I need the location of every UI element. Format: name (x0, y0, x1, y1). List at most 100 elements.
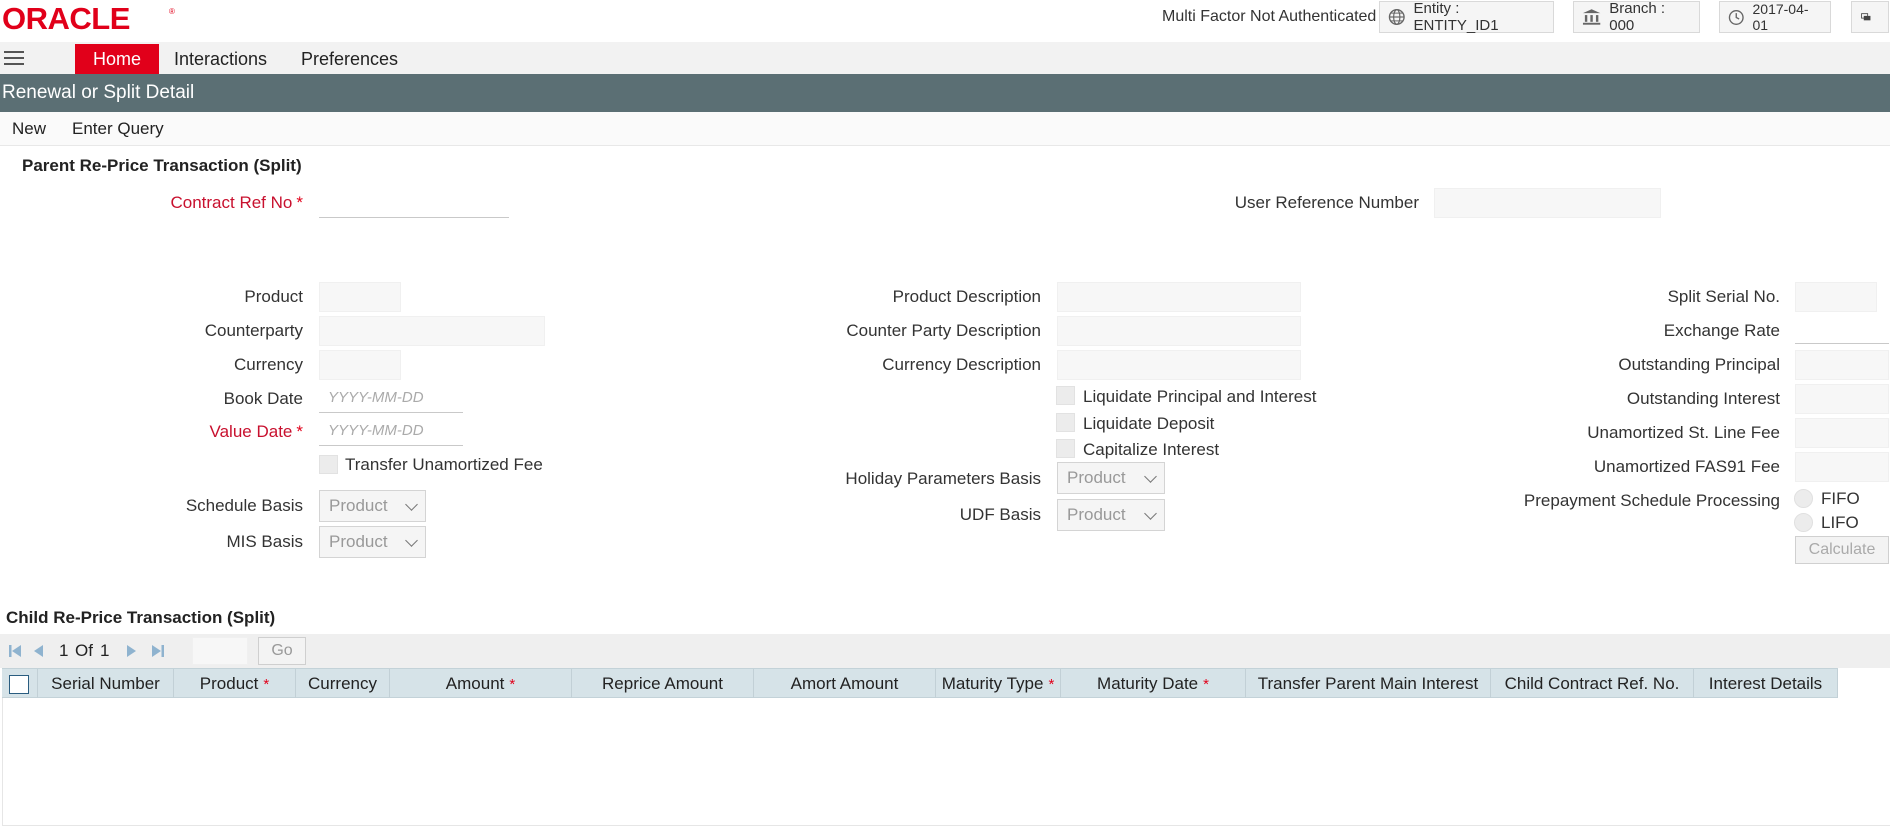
product-description-label: Product Description (892, 287, 1041, 306)
top-header: ORACLE ® Multi Factor Not Authenticated … (0, 0, 1890, 42)
counter-party-description-input[interactable] (1057, 316, 1301, 346)
unamortized-st-line-fee-input[interactable] (1795, 418, 1889, 448)
counter-party-description-label: Counter Party Description (846, 321, 1041, 340)
liquidate-deposit-label: Liquidate Deposit (1083, 414, 1215, 433)
col-transfer-parent-main-interest[interactable]: Transfer Parent Main Interest (1246, 669, 1491, 699)
outstanding-principal-input[interactable] (1795, 350, 1889, 380)
clock-icon (1728, 9, 1744, 25)
new-button[interactable]: New (12, 112, 46, 146)
value-date-input[interactable]: YYYY-MM-DD (319, 416, 463, 446)
fifo-radio[interactable] (1794, 489, 1813, 508)
windows-button[interactable] (1851, 1, 1889, 33)
mis-basis-select[interactable]: Product (319, 526, 426, 558)
page-title: Renewal or Split Detail (0, 74, 1890, 112)
previous-page-icon[interactable] (32, 634, 44, 668)
of-label: Of (75, 641, 93, 660)
enter-query-button[interactable]: Enter Query (72, 112, 164, 146)
transfer-unamortized-fee-label: Transfer Unamortized Fee (345, 455, 543, 474)
oracle-logo: ORACLE ® (2, 4, 175, 32)
liquidate-principal-interest-label: Liquidate Principal and Interest (1083, 387, 1317, 406)
current-page: 1 (59, 641, 69, 660)
col-reprice-amount[interactable]: Reprice Amount (572, 669, 754, 699)
liquidate-principal-interest-checkbox[interactable] (1056, 386, 1075, 405)
counterparty-input[interactable] (319, 316, 545, 346)
bank-icon (1582, 9, 1601, 25)
chevron-down-icon (1144, 470, 1157, 483)
product-label: Product (244, 287, 303, 306)
chevron-down-icon (405, 498, 418, 511)
select-all-cell (2, 669, 38, 699)
unamortized-st-line-fee-label: Unamortized St. Line Fee (1587, 423, 1780, 442)
col-maturity-date[interactable]: Maturity Date * (1061, 669, 1246, 699)
user-reference-number-input[interactable] (1434, 188, 1661, 218)
book-date-label: Book Date (223, 389, 303, 408)
currency-description-label: Currency Description (882, 355, 1041, 374)
transfer-unamortized-fee-checkbox[interactable] (319, 455, 338, 474)
currency-description-input[interactable] (1057, 350, 1301, 380)
unamortized-fas91-fee-input[interactable] (1795, 452, 1889, 482)
holiday-parameters-basis-select[interactable]: Product (1057, 462, 1165, 494)
unamortized-fas91-fee-label: Unamortized FAS91 Fee (1593, 457, 1780, 476)
action-toolbar: New Enter Query (0, 112, 1890, 146)
book-date-input[interactable]: YYYY-MM-DD (319, 383, 463, 413)
product-description-input[interactable] (1057, 282, 1301, 312)
col-currency[interactable]: Currency (296, 669, 390, 699)
mis-basis-label: MIS Basis (226, 532, 303, 551)
windows-icon (1861, 13, 1871, 21)
udf-basis-select[interactable]: Product (1057, 499, 1165, 531)
product-input[interactable] (319, 282, 401, 312)
col-child-contract-ref-no[interactable]: Child Contract Ref. No. (1491, 669, 1694, 699)
calculate-button[interactable]: Calculate (1795, 536, 1889, 564)
prepayment-schedule-processing-label: Prepayment Schedule Processing (1523, 491, 1780, 510)
exchange-rate-input[interactable] (1795, 314, 1889, 344)
col-interest-details[interactable]: Interest Details (1694, 669, 1838, 699)
schedule-basis-select[interactable]: Product (319, 490, 426, 522)
lifo-radio[interactable] (1794, 513, 1813, 532)
date-label: 2017-04-01 (1752, 1, 1809, 33)
branch-label: Branch : 000 (1609, 0, 1666, 34)
user-reference-number-label: User Reference Number (1234, 193, 1419, 212)
capitalize-interest-checkbox[interactable] (1056, 439, 1075, 458)
first-page-icon[interactable] (8, 634, 22, 668)
col-maturity-type[interactable]: Maturity Type * (936, 669, 1061, 699)
lifo-label: LIFO (1821, 513, 1859, 532)
chevron-down-icon (1144, 507, 1157, 520)
outstanding-interest-label: Outstanding Interest (1626, 389, 1780, 408)
total-pages: 1 (100, 641, 110, 660)
currency-label: Currency (234, 355, 303, 374)
outstanding-interest-input[interactable] (1795, 384, 1889, 414)
next-page-icon[interactable] (126, 634, 138, 668)
tab-home[interactable]: Home (75, 44, 160, 74)
value-date-label: Value Date * (209, 422, 303, 441)
col-product[interactable]: Product * (174, 669, 296, 699)
chevron-down-icon (405, 534, 418, 547)
page-number-input[interactable] (192, 637, 248, 665)
split-serial-no-label: Split Serial No. (1667, 287, 1780, 306)
date-selector[interactable]: 2017-04-01 (1719, 1, 1831, 33)
hamburger-menu-icon[interactable] (4, 51, 24, 67)
holiday-parameters-basis-label: Holiday Parameters Basis (845, 469, 1041, 488)
main-nav: Home Interactions Preferences (0, 42, 1890, 74)
schedule-basis-label: Schedule Basis (185, 496, 303, 515)
select-all-checkbox[interactable] (9, 675, 29, 694)
last-page-icon[interactable] (151, 634, 165, 668)
liquidate-deposit-checkbox[interactable] (1056, 413, 1075, 432)
split-serial-no-input[interactable] (1795, 282, 1877, 312)
col-amort-amount[interactable]: Amort Amount (754, 669, 936, 699)
child-pager: 1 Of 1 Go (0, 634, 1890, 668)
branch-selector[interactable]: Branch : 000 (1573, 0, 1700, 34)
svg-text:ORACLE: ORACLE (2, 4, 130, 32)
contract-ref-no-label: Contract Ref No * (170, 193, 303, 212)
svg-text:®: ® (169, 7, 175, 16)
col-serial-number[interactable]: Serial Number (38, 669, 174, 699)
child-grid-body (2, 698, 1890, 826)
tab-interactions[interactable]: Interactions (156, 44, 285, 74)
tab-preferences[interactable]: Preferences (283, 44, 416, 74)
contract-ref-no-input[interactable] (319, 188, 509, 218)
currency-input[interactable] (319, 350, 401, 380)
go-button[interactable]: Go (258, 637, 306, 665)
parent-section-title: Parent Re-Price Transaction (Split) (22, 156, 302, 175)
child-section-title: Child Re-Price Transaction (Split) (6, 608, 276, 627)
col-amount[interactable]: Amount * (390, 669, 572, 699)
entity-selector[interactable]: Entity : ENTITY_ID1 (1379, 0, 1554, 34)
